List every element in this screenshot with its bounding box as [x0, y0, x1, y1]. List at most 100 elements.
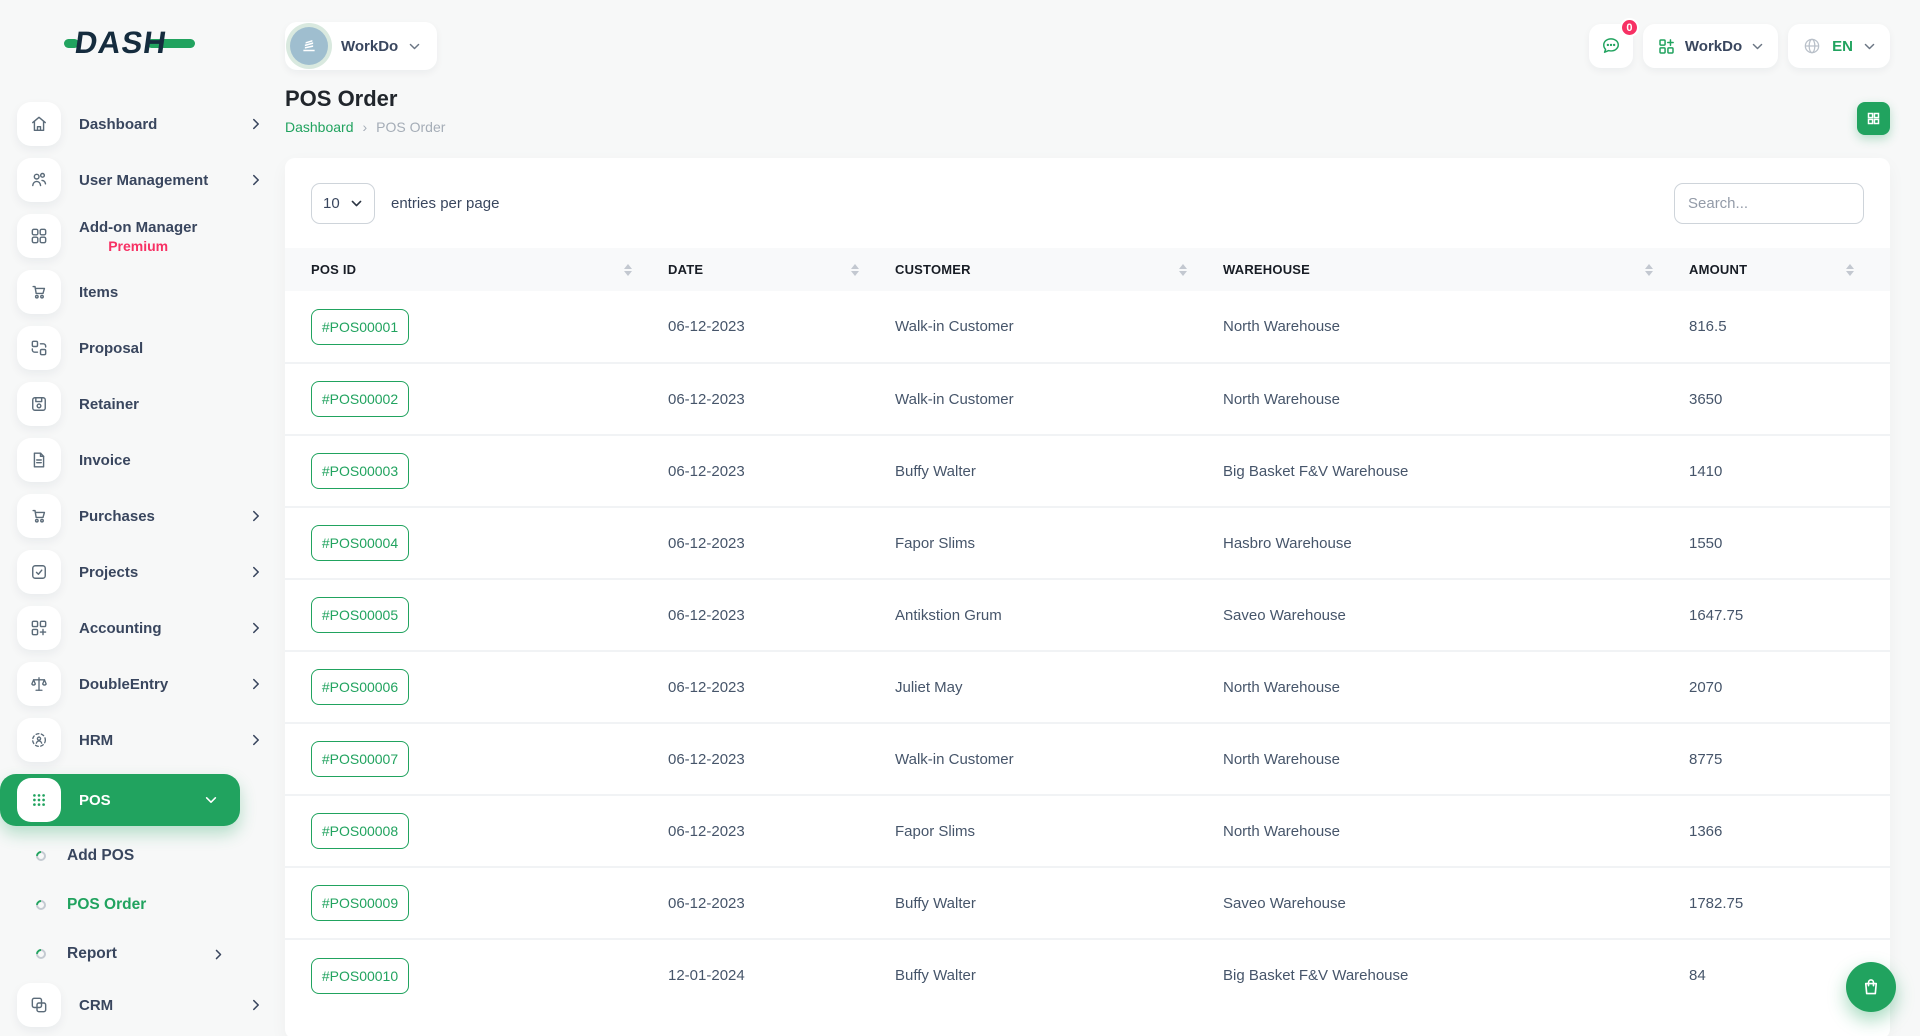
- column-header-date[interactable]: DATE: [668, 248, 895, 291]
- cell-pos-id: #POS00003: [285, 435, 668, 507]
- column-header-amount[interactable]: AMOUNT: [1689, 248, 1890, 291]
- sidebar-item-doubleentry[interactable]: DoubleEntry: [0, 662, 285, 706]
- pos-cart-fab[interactable]: [1846, 962, 1896, 1012]
- cell-warehouse: Big Basket F&V Warehouse: [1223, 939, 1689, 1011]
- document-icon: [17, 438, 61, 482]
- sidebar-item-hrm[interactable]: HRM: [0, 718, 285, 762]
- table-row: #POS00007 06-12-2023 Walk-in Customer No…: [285, 723, 1890, 795]
- pos-id-badge[interactable]: #POS00005: [311, 597, 409, 633]
- entries-per-page-select[interactable]: 10: [311, 183, 375, 224]
- grid-icon: [1866, 111, 1881, 126]
- sidebar-nav: Dashboard User Management Add-on Manager…: [0, 102, 285, 1036]
- sidebar-item-pos[interactable]: POS: [0, 774, 240, 826]
- sidebar-subitem-pos-order[interactable]: POS Order: [0, 885, 285, 925]
- cell-date: 06-12-2023: [668, 291, 895, 363]
- sidebar-item-proposal[interactable]: Proposal: [0, 326, 285, 370]
- breadcrumb-dashboard-link[interactable]: Dashboard: [285, 119, 354, 135]
- sidebar-item-label: Add-on Manager: [79, 219, 197, 236]
- pos-id-badge[interactable]: #POS00003: [311, 453, 409, 489]
- sidebar: DASH Dashboard User Management Add-on Ma…: [0, 0, 285, 1036]
- entries-value: 10: [323, 195, 340, 212]
- pos-id-badge[interactable]: #POS00007: [311, 741, 409, 777]
- cell-customer: Walk-in Customer: [895, 723, 1223, 795]
- premium-badge: Premium: [108, 238, 168, 254]
- sidebar-subitem-add-pos[interactable]: Add POS: [0, 836, 285, 876]
- sidebar-item-label: Retainer: [79, 396, 139, 413]
- sidebar-item-accounting[interactable]: Accounting: [0, 606, 285, 650]
- sidebar-item-label: DoubleEntry: [79, 676, 168, 693]
- pos-id-badge[interactable]: #POS00010: [311, 958, 409, 994]
- app-switcher[interactable]: WorkDo: [1643, 24, 1778, 68]
- chevron-right-icon: [249, 173, 263, 187]
- chevron-right-icon: [249, 677, 263, 691]
- cell-warehouse: Saveo Warehouse: [1223, 867, 1689, 939]
- cell-date: 06-12-2023: [668, 435, 895, 507]
- layout-grid-button[interactable]: [1857, 102, 1890, 135]
- workspace-avatar: [290, 27, 328, 65]
- table-row: #POS00008 06-12-2023 Fapor Slims North W…: [285, 795, 1890, 867]
- language-code: EN: [1832, 38, 1853, 55]
- sidebar-item-crm[interactable]: CRM: [0, 983, 285, 1027]
- column-header-pos-id[interactable]: POS ID: [285, 248, 668, 291]
- search-input[interactable]: [1674, 183, 1864, 224]
- sidebar-item-dashboard[interactable]: Dashboard: [0, 102, 285, 146]
- chevron-down-icon: [350, 197, 363, 210]
- cell-date: 06-12-2023: [668, 651, 895, 723]
- sidebar-item-projects[interactable]: Projects: [0, 550, 285, 594]
- language-selector[interactable]: EN: [1788, 24, 1890, 68]
- pos-id-badge[interactable]: #POS00002: [311, 381, 409, 417]
- sidebar-item-retainer[interactable]: Retainer: [0, 382, 285, 426]
- breadcrumb-separator: ›: [363, 119, 368, 135]
- pos-id-badge[interactable]: #POS00006: [311, 669, 409, 705]
- sidebar-item-label: Proposal: [79, 340, 143, 357]
- page-title: POS Order: [285, 86, 445, 112]
- page-header: POS Order Dashboard › POS Order: [285, 86, 1890, 135]
- messages-button[interactable]: 0: [1589, 24, 1633, 68]
- chevron-right-icon: [249, 509, 263, 523]
- chevron-down-icon: [204, 793, 218, 807]
- sidebar-item-user-management[interactable]: User Management: [0, 158, 285, 202]
- brand-logo[interactable]: DASH: [64, 26, 285, 60]
- swap-squares-icon: [17, 326, 61, 370]
- workspace-selector[interactable]: WorkDo: [285, 22, 437, 70]
- pos-id-badge[interactable]: #POS00009: [311, 885, 409, 921]
- chevron-right-icon: [249, 998, 263, 1012]
- cell-customer: Walk-in Customer: [895, 291, 1223, 363]
- cell-amount: 1782.75: [1689, 867, 1890, 939]
- pos-id-badge[interactable]: #POS00001: [311, 309, 409, 345]
- sidebar-item-invoice[interactable]: Invoice: [0, 438, 285, 482]
- cell-warehouse: North Warehouse: [1223, 651, 1689, 723]
- cell-warehouse: Saveo Warehouse: [1223, 579, 1689, 651]
- column-header-warehouse[interactable]: WAREHOUSE: [1223, 248, 1689, 291]
- breadcrumb-current: POS Order: [376, 119, 445, 135]
- chevron-right-icon: [212, 948, 225, 961]
- cell-amount: 1410: [1689, 435, 1890, 507]
- sidebar-item-addon-manager[interactable]: Add-on Manager Premium: [0, 214, 285, 258]
- sort-icon: [1645, 264, 1653, 276]
- cell-pos-id: #POS00008: [285, 795, 668, 867]
- sidebar-item-label: Projects: [79, 564, 138, 581]
- cell-amount: 2070: [1689, 651, 1890, 723]
- chat-icon: [1600, 35, 1622, 57]
- cell-pos-id: #POS00006: [285, 651, 668, 723]
- column-header-customer[interactable]: CUSTOMER: [895, 248, 1223, 291]
- pos-id-badge[interactable]: #POS00004: [311, 525, 409, 561]
- cell-customer: Buffy Walter: [895, 939, 1223, 1011]
- cell-customer: Fapor Slims: [895, 795, 1223, 867]
- pos-id-badge[interactable]: #POS00008: [311, 813, 409, 849]
- sidebar-item-items[interactable]: Items: [0, 270, 285, 314]
- cell-warehouse: North Warehouse: [1223, 363, 1689, 435]
- cell-date: 06-12-2023: [668, 363, 895, 435]
- sidebar-subitem-label: Report: [67, 945, 117, 963]
- entries-per-page-label: entries per page: [391, 195, 499, 212]
- sidebar-subitem-report[interactable]: Report: [0, 934, 285, 974]
- table-row: #POS00006 06-12-2023 Juliet May North Wa…: [285, 651, 1890, 723]
- table-controls: 10 entries per page: [285, 158, 1890, 248]
- save-icon: [17, 382, 61, 426]
- sidebar-item-purchases[interactable]: Purchases: [0, 494, 285, 538]
- messages-badge: 0: [1620, 18, 1639, 37]
- pos-order-card: 10 entries per page POS ID DATE CUSTOMER…: [285, 158, 1890, 1036]
- cell-customer: Juliet May: [895, 651, 1223, 723]
- table-row: #POS00009 06-12-2023 Buffy Walter Saveo …: [285, 867, 1890, 939]
- cell-customer: Buffy Walter: [895, 867, 1223, 939]
